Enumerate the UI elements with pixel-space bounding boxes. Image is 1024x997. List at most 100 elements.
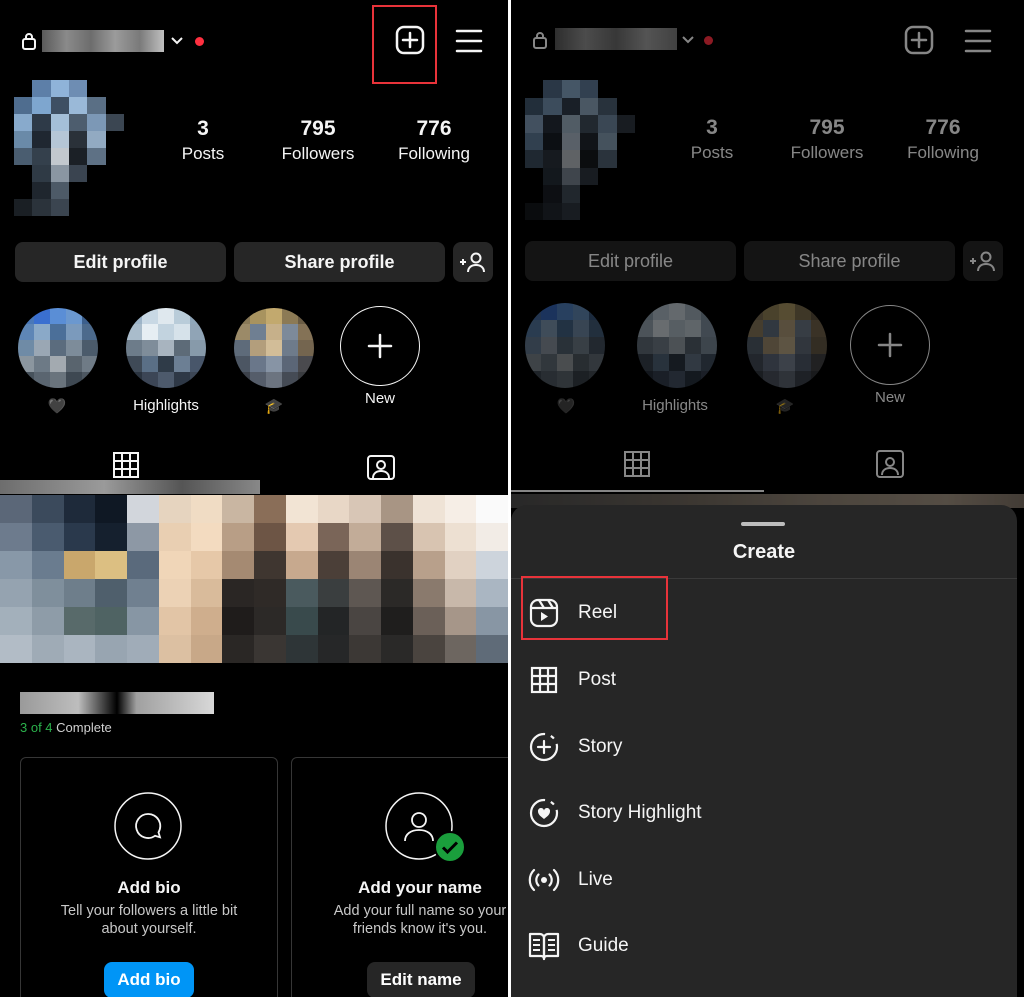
create-story-item[interactable]: Story [511, 717, 1017, 777]
followers-stat[interactable]: 795 Followers [272, 116, 364, 166]
reel-item-highlight [521, 576, 668, 640]
tagged-icon[interactable] [367, 452, 395, 480]
following-stat[interactable]: 776 Following [897, 115, 989, 165]
share-profile-button[interactable]: Share profile [744, 241, 955, 281]
add-name-title: Add your name [358, 878, 482, 897]
add-person-icon [970, 251, 995, 272]
avatar[interactable] [525, 80, 635, 220]
profile-screen: 3 Posts 795 Followers 776 Following Edit… [0, 0, 508, 997]
plus-square-icon [904, 25, 934, 55]
edit-profile-button[interactable]: Edit profile [525, 241, 736, 281]
add-name-description: Add your full name so your friends know … [333, 903, 507, 937]
sheet-title: Create [732, 541, 796, 563]
chevron-down-icon[interactable] [681, 33, 695, 47]
following-count: 776 [416, 117, 452, 140]
menu-item-label: Live [578, 869, 613, 890]
posts-label: Posts [690, 143, 734, 162]
completion-title-blurred [20, 692, 214, 714]
menu-item-label: Post [578, 669, 617, 690]
followers-stat[interactable]: 795 Followers [781, 115, 873, 165]
highlight-cover[interactable] [747, 303, 827, 388]
followers-label: Followers [790, 143, 864, 162]
sheet-drag-handle[interactable] [741, 522, 785, 526]
posts-stat[interactable]: 3 Posts [160, 116, 246, 166]
username-blurred[interactable] [555, 28, 677, 50]
notification-dot [704, 36, 713, 45]
discover-people-button[interactable] [963, 241, 1003, 281]
posts-count: 3 [706, 116, 718, 139]
add-bio-button[interactable]: Add bio [104, 962, 194, 997]
check-badge-icon [434, 831, 466, 863]
speech-bubble-icon [114, 792, 182, 860]
notification-dot [195, 37, 204, 46]
story-add-icon [527, 730, 561, 764]
menu-item-label: Guide [578, 935, 629, 956]
tab-indicator-blurred [0, 480, 260, 494]
create-post-item[interactable]: Post [511, 650, 1017, 710]
grid-icon[interactable] [624, 451, 650, 477]
live-icon [527, 863, 561, 897]
highlight-cover[interactable] [637, 303, 717, 388]
tagged-icon[interactable] [876, 450, 904, 478]
profile-screen-with-create-sheet: 3 Posts 795 Followers 776 Following Edit… [511, 0, 1024, 997]
posts-label: Posts [181, 144, 225, 163]
highlight-heart-icon [527, 796, 561, 830]
completion-progress: 3 of 4 Complete [20, 720, 112, 735]
menu-item-label: Story [578, 736, 623, 757]
plus-icon [367, 333, 393, 359]
create-button[interactable] [901, 22, 937, 58]
grid-icon[interactable] [113, 452, 139, 478]
grid-icon [527, 663, 561, 697]
lock-icon [22, 33, 36, 50]
highlight-cover[interactable] [126, 308, 206, 388]
username-blurred[interactable] [42, 30, 164, 52]
completion-suffix: Complete [52, 720, 112, 735]
highlight-cover[interactable] [525, 303, 605, 388]
followers-count: 795 [300, 117, 336, 140]
share-profile-button[interactable]: Share profile [234, 242, 445, 282]
menu-button[interactable] [452, 24, 486, 58]
highlight-label: 🎓 [264, 398, 284, 415]
highlight-label: 🖤 [556, 398, 576, 415]
add-person-icon [460, 252, 485, 273]
edit-profile-button[interactable]: Edit profile [15, 242, 226, 282]
highlight-label: 🎓 [775, 398, 795, 415]
edit-name-button[interactable]: Edit name [367, 962, 475, 997]
followers-count: 795 [809, 116, 845, 139]
avatar[interactable] [14, 80, 124, 216]
menu-item-label: Story Highlight [578, 802, 702, 823]
followers-label: Followers [281, 144, 355, 163]
hamburger-icon [964, 29, 992, 53]
menu-button[interactable] [961, 24, 995, 58]
lock-icon [533, 32, 547, 49]
new-highlight-label: New [874, 389, 905, 406]
create-button-highlight [372, 5, 437, 84]
discover-people-button[interactable] [453, 242, 493, 282]
post-grid-blurred[interactable] [0, 495, 508, 663]
posts-stat[interactable]: 3 Posts [669, 115, 755, 165]
posts-count: 3 [197, 117, 209, 140]
create-guide-item[interactable]: Guide [511, 916, 1017, 976]
create-story-highlight-item[interactable]: Story Highlight [511, 783, 1017, 843]
completion-count: 3 of 4 [20, 720, 53, 735]
plus-icon [877, 332, 903, 358]
highlight-cover[interactable] [234, 308, 314, 388]
add-bio-description: Tell your followers a little bit about y… [60, 903, 238, 937]
chevron-down-icon[interactable] [170, 34, 184, 48]
guide-icon [527, 929, 561, 963]
following-stat[interactable]: 776 Following [388, 116, 480, 166]
following-label: Following [398, 144, 470, 163]
highlight-label: 🖤 [47, 398, 67, 415]
new-highlight-label: New [364, 390, 395, 407]
following-label: Following [907, 143, 979, 162]
new-highlight-button[interactable] [340, 306, 420, 386]
highlight-cover[interactable] [18, 308, 98, 388]
add-bio-title: Add bio [117, 878, 181, 897]
create-sheet: Create Reel Post Story Story Highlight L… [511, 505, 1017, 997]
go-live-item[interactable]: Live [511, 850, 1017, 910]
highlight-label: Highlights [133, 397, 199, 414]
following-count: 776 [925, 116, 961, 139]
new-highlight-button[interactable] [850, 305, 930, 385]
highlight-label: Highlights [642, 397, 708, 414]
hamburger-icon [455, 29, 483, 53]
